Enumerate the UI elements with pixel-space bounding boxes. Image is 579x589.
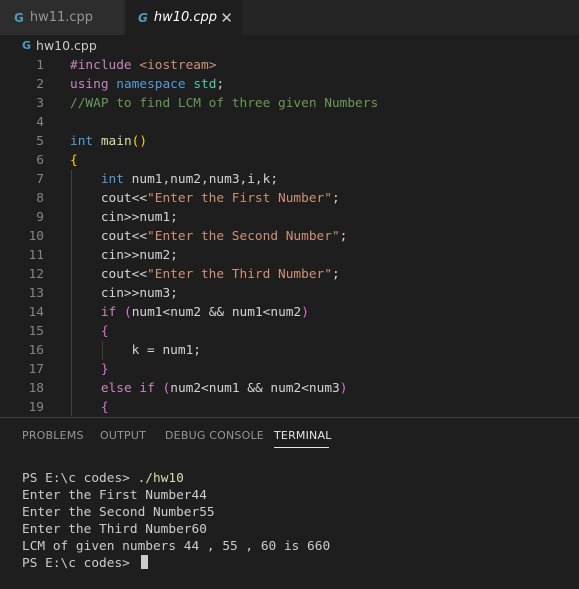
- tab-output[interactable]: OUTPUT: [100, 429, 146, 442]
- cpp-file-icon: G: [14, 10, 24, 25]
- code-line: 16 k = num1;: [28, 343, 201, 358]
- tab-terminal[interactable]: TERMINAL: [274, 429, 332, 442]
- editor-tab-bar: G hw11.cpp G hw10.cpp ✕: [0, 0, 579, 35]
- terminal-line: Enter the First Number44: [22, 488, 207, 503]
- code-line: 18 else if (num2<num1 && num2<num3): [28, 381, 348, 396]
- tab-hw11[interactable]: G hw11.cpp: [0, 0, 125, 35]
- cpp-file-icon: G: [138, 10, 148, 25]
- code-editor[interactable]: 1 #include <iostream> 2 using namespace st…: [0, 56, 579, 416]
- breadcrumb[interactable]: G hw10.cpp: [0, 35, 579, 55]
- active-tab-indicator: [274, 447, 329, 448]
- terminal-cursor: [140, 555, 148, 569]
- code-line: 12 cout<<"Enter the Third Number";: [28, 267, 340, 282]
- code-line: 15 {: [28, 324, 109, 339]
- code-line: 19 {: [28, 400, 109, 415]
- breadcrumb-file[interactable]: hw10.cpp: [36, 38, 97, 53]
- code-line: 2 using namespace std;: [36, 77, 225, 92]
- tab-debug-console[interactable]: DEBUG CONSOLE: [165, 429, 264, 442]
- code-line: 17 }: [28, 362, 109, 377]
- code-line: 13 cin>>num3;: [28, 286, 178, 301]
- tab-label: hw11.cpp: [29, 10, 94, 25]
- code-line: 3//WAP to find LCM of three given Number…: [36, 96, 379, 111]
- code-line: 7 int num1,num2,num3,i,k;: [36, 172, 279, 187]
- code-line: 1 #include <iostream>: [36, 58, 217, 73]
- code-line: 10 cout<<"Enter the Second Number";: [28, 229, 348, 244]
- terminal-prompt[interactable]: PS E:\c codes>: [22, 555, 148, 572]
- code-line: 8 cout<<"Enter the First Number";: [36, 191, 340, 206]
- code-line: 5 int main(): [36, 134, 148, 149]
- terminal-line: PS E:\c codes> ./hw10: [22, 471, 184, 486]
- tab-problems[interactable]: PROBLEMS: [22, 429, 84, 442]
- code-line: 11 cin>>num2;: [28, 248, 178, 263]
- code-line: 9 cin>>num1;: [36, 210, 178, 225]
- cpp-file-icon: G: [22, 38, 32, 52]
- code-line: 6{: [36, 153, 78, 168]
- terminal-line: Enter the Third Number60: [22, 522, 207, 537]
- code-line: 14 if (num1<num2 && num1<num2): [28, 305, 309, 320]
- close-icon[interactable]: ✕: [220, 9, 233, 27]
- terminal-line: LCM of given numbers 44 , 55 , 60 is 660: [22, 539, 331, 554]
- tab-hw10[interactable]: G hw10.cpp ✕: [126, 0, 242, 35]
- terminal-line: Enter the Second Number55: [22, 505, 215, 520]
- code-line: 4: [36, 115, 44, 130]
- bottom-panel: PROBLEMS OUTPUT DEBUG CONSOLE TERMINAL P…: [0, 417, 579, 589]
- tab-label: hw10.cpp: [153, 10, 218, 25]
